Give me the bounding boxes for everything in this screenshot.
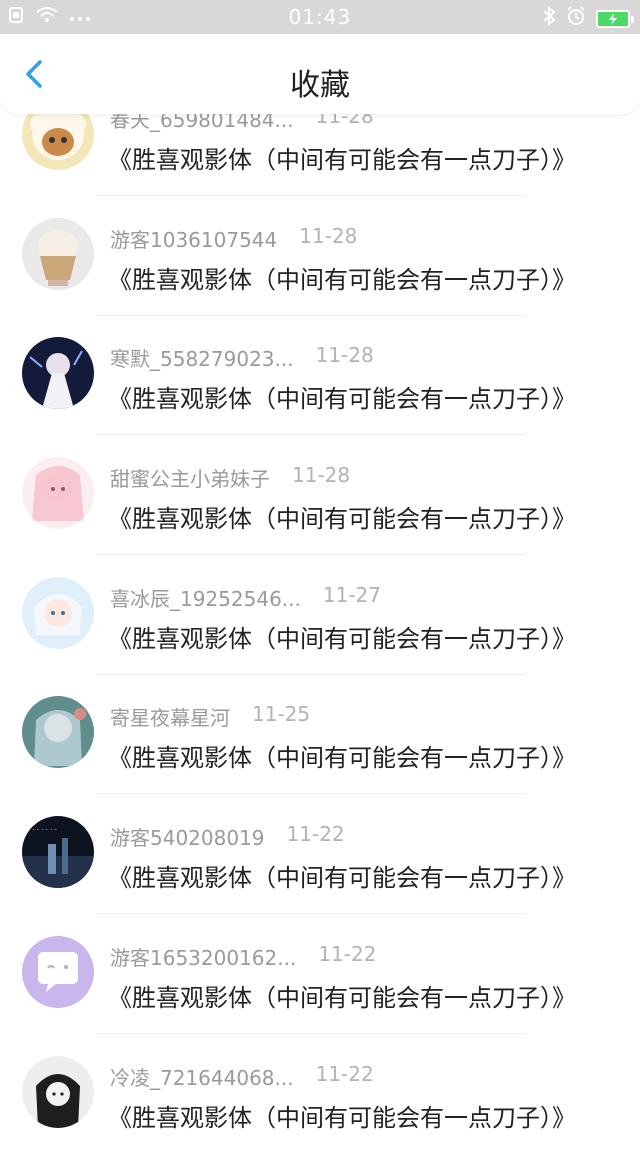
item-date: 11-28 (292, 463, 350, 492)
item-title[interactable]: 《胜喜观影体（中间有可能会有一点刀子）》 (108, 978, 576, 1013)
avatar[interactable] (22, 1056, 94, 1128)
avatar[interactable] (22, 577, 94, 649)
bluetooth-icon (542, 6, 556, 31)
svg-text:· · · · · · ·: · · · · · · · (28, 826, 57, 834)
username: 喜冰辰_19252546... (110, 583, 301, 612)
item-date: 11-22 (287, 822, 345, 851)
list-item[interactable]: 游客1036107544 11-28 《胜喜观影体（中间有可能会有一点刀子）》 (0, 218, 640, 338)
list-item[interactable]: 游客1653200162... 11-22 《胜喜观影体（中间有可能会有一点刀子）》 (0, 936, 640, 1056)
divider (96, 315, 526, 316)
status-bar: 01:43 (0, 0, 640, 34)
item-title[interactable]: 《胜喜观影体（中间有可能会有一点刀子）》 (108, 499, 576, 534)
divider (96, 674, 526, 675)
item-meta: 寒默_558279023... 11-28 (110, 343, 374, 372)
list-item[interactable]: 寒默_558279023... 11-28 《胜喜观影体（中间有可能会有一点刀子）》 (0, 337, 640, 457)
item-date: 11-22 (318, 942, 376, 971)
item-meta: 甜蜜公主小弟妹子 11-28 (110, 463, 350, 492)
username: 甜蜜公主小弟妹子 (110, 463, 270, 492)
divider (96, 1033, 526, 1034)
avatar[interactable] (22, 696, 94, 768)
item-title[interactable]: 《胜喜观影体（中间有可能会有一点刀子）》 (108, 619, 576, 654)
item-title[interactable]: 《胜喜观影体（中间有可能会有一点刀子）》 (108, 858, 576, 893)
item-title[interactable]: 《胜喜观影体（中间有可能会有一点刀子）》 (108, 1098, 576, 1133)
favorites-list: 春天_659801484...11-28《胜喜观影体（中间有可能会有一点刀子）》… (0, 98, 640, 1175)
page-title: 收藏 (0, 60, 640, 104)
list-item[interactable]: 喜冰辰_19252546... 11-27 《胜喜观影体（中间有可能会有一点刀子）》 (0, 577, 640, 697)
list-item[interactable]: 春天_659801484...11-28《胜喜观影体（中间有可能会有一点刀子）》 (0, 98, 640, 218)
avatar[interactable] (22, 936, 94, 1008)
avatar[interactable] (22, 337, 94, 409)
item-meta: 喜冰辰_19252546... 11-27 (110, 583, 381, 612)
list-item[interactable]: 甜蜜公主小弟妹子 11-28 《胜喜观影体（中间有可能会有一点刀子）》 (0, 457, 640, 577)
divider (96, 554, 526, 555)
divider (96, 195, 526, 196)
item-title[interactable]: 《胜喜观影体（中间有可能会有一点刀子）》 (108, 260, 576, 295)
item-title[interactable]: 《胜喜观影体（中间有可能会有一点刀子）》 (108, 140, 576, 175)
list-item[interactable]: 寄星夜幕星河 11-25 《胜喜观影体（中间有可能会有一点刀子）》 (0, 696, 640, 816)
navigation-bar: 收藏 (0, 34, 640, 114)
divider (96, 913, 526, 914)
item-date: 11-27 (323, 583, 381, 612)
username: 寄星夜幕星河 (110, 702, 230, 731)
item-meta: 寄星夜幕星河 11-25 (110, 702, 310, 731)
item-title[interactable]: 《胜喜观影体（中间有可能会有一点刀子）》 (108, 379, 576, 414)
status-right (542, 6, 630, 31)
item-date: 11-22 (316, 1062, 374, 1091)
username: 冷凌_721644068... (110, 1062, 294, 1091)
item-meta: 游客1036107544 11-28 (110, 224, 357, 253)
avatar[interactable]: · · · · · · · (22, 816, 94, 888)
avatar[interactable] (22, 218, 94, 290)
username: 游客1036107544 (110, 224, 277, 253)
username: 游客1653200162... (110, 942, 296, 971)
divider (96, 434, 526, 435)
item-title[interactable]: 《胜喜观影体（中间有可能会有一点刀子）》 (108, 738, 576, 773)
item-date: 11-28 (316, 343, 374, 372)
item-meta: 冷凌_721644068... 11-22 (110, 1062, 374, 1091)
list-item[interactable]: · · · · · · · 游客540208019 11-22 《胜喜观影体（中间有可… (0, 816, 640, 936)
divider (96, 793, 526, 794)
item-date: 11-28 (299, 224, 357, 253)
item-date: 11-25 (252, 702, 310, 731)
username: 游客540208019 (110, 822, 265, 851)
avatar[interactable] (22, 457, 94, 529)
username: 寒默_558279023... (110, 343, 294, 372)
battery-icon (596, 10, 630, 28)
alarm-icon (566, 6, 586, 31)
item-meta: 游客540208019 11-22 (110, 822, 345, 851)
list-item[interactable]: 冷凌_721644068... 11-22 《胜喜观影体（中间有可能会有一点刀子）》 (0, 1056, 640, 1175)
item-meta: 游客1653200162... 11-22 (110, 942, 376, 971)
